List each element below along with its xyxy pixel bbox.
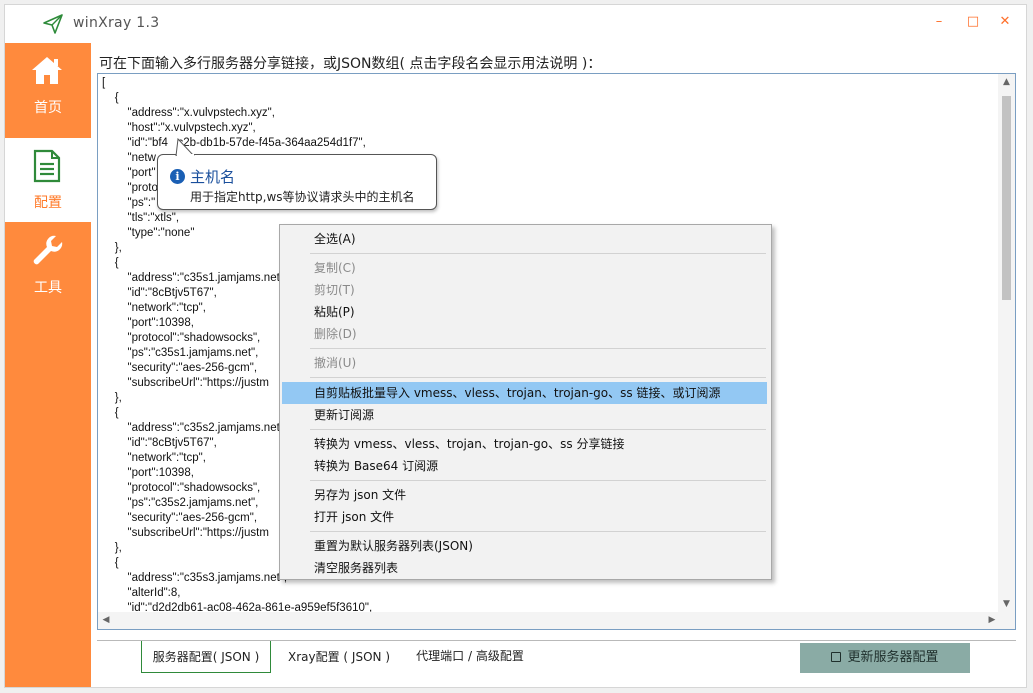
tab-server-config[interactable]: 服务器配置( JSON ): [141, 641, 271, 673]
tooltip-description: 用于指定http,ws等协议请求头中的主机名: [190, 190, 415, 204]
save-icon: [831, 652, 842, 662]
home-icon: [32, 57, 62, 84]
sidebar-item-tools[interactable]: 工具: [5, 223, 91, 307]
minimize-button[interactable]: –: [929, 13, 949, 31]
field-tooltip: i 主机名 用于指定http,ws等协议请求头中的主机名: [157, 138, 437, 210]
editor-line[interactable]: "host":"x.vulvpstech.xyz",: [102, 121, 708, 136]
menu-separator: [310, 531, 766, 532]
info-icon: i: [170, 169, 185, 184]
instruction-text: 可在下面输入多行服务器分享链接，或JSON数组( 点击字段名会显示用法说明 )：: [99, 56, 602, 72]
sidebar-item-config[interactable]: 配置: [5, 138, 91, 222]
tab-proxy-advanced[interactable]: 代理端口 / 高级配置: [405, 641, 535, 673]
update-server-config-button[interactable]: 更新服务器配置: [800, 643, 970, 673]
title-bar: winXray 1.3 – □ ✕: [5, 5, 1026, 43]
sidebar-item-home[interactable]: 首页: [5, 43, 91, 127]
tooltip-title: 主机名: [190, 168, 236, 186]
update-button-label: 更新服务器配置: [847, 650, 939, 665]
menu-separator: [310, 377, 766, 378]
scroll-down-icon[interactable]: ▼: [998, 596, 1015, 612]
wrench-icon: [33, 235, 63, 265]
menu-item-copy[interactable]: 复制(C): [282, 257, 767, 279]
sidebar-item-label: 配置: [34, 195, 62, 211]
app-window: winXray 1.3 – □ ✕ 首页 配置 工具 可在下面输入多行服务器分享…: [4, 4, 1027, 688]
vertical-scrollbar[interactable]: ▲ ▼: [998, 74, 1015, 614]
scroll-right-icon[interactable]: ▶: [984, 612, 1000, 629]
menu-item-import-clipboard[interactable]: 自剪贴板批量导入 vmess、vless、trojan、trojan-go、ss…: [282, 382, 767, 404]
menu-item-delete[interactable]: 删除(D): [282, 323, 767, 345]
sidebar-item-label: 首页: [34, 100, 62, 116]
menu-separator: [310, 429, 766, 430]
menu-item-convert-share-links[interactable]: 转换为 vmess、vless、trojan、trojan-go、ss 分享链接: [282, 433, 767, 455]
menu-separator: [310, 480, 766, 481]
menu-item-save-json[interactable]: 另存为 json 文件: [282, 484, 767, 506]
context-menu: 全选(A) 复制(C) 剪切(T) 粘贴(P) 删除(D) 撤消(U) 自剪贴板…: [279, 224, 772, 580]
maximize-button[interactable]: □: [963, 13, 983, 31]
scroll-thumb[interactable]: [1002, 96, 1011, 300]
editor-line[interactable]: "alterId":8,: [102, 586, 708, 601]
window-title: winXray 1.3: [73, 15, 160, 31]
editor-line[interactable]: "address":"x.vulvpstech.xyz",: [102, 106, 708, 121]
menu-item-open-json[interactable]: 打开 json 文件: [282, 506, 767, 528]
menu-separator: [310, 253, 766, 254]
sidebar: 首页 配置 工具: [5, 43, 91, 687]
scroll-up-icon[interactable]: ▲: [998, 74, 1015, 90]
menu-item-select-all[interactable]: 全选(A): [282, 228, 767, 250]
menu-item-update-subscription[interactable]: 更新订阅源: [282, 404, 767, 426]
document-icon: [33, 149, 61, 183]
menu-separator: [310, 348, 766, 349]
paper-plane-icon: [43, 14, 63, 34]
tab-xray-config[interactable]: Xray配置 ( JSON ): [279, 641, 399, 673]
menu-item-undo[interactable]: 撤消(U): [282, 352, 767, 374]
menu-item-reset-default[interactable]: 重置为默认服务器列表(JSON): [282, 535, 767, 557]
menu-item-clear-list[interactable]: 清空服务器列表: [282, 557, 767, 579]
editor-line[interactable]: {: [102, 91, 708, 106]
menu-item-paste[interactable]: 粘贴(P): [282, 301, 767, 323]
horizontal-scrollbar[interactable]: ◀ ▶: [98, 612, 1015, 629]
menu-item-cut[interactable]: 剪切(T): [282, 279, 767, 301]
scroll-left-icon[interactable]: ◀: [98, 612, 114, 629]
editor-line[interactable]: [: [102, 76, 708, 91]
close-button[interactable]: ✕: [995, 13, 1015, 31]
sidebar-item-label: 工具: [34, 280, 62, 296]
tooltip-pointer: [175, 138, 195, 156]
menu-item-convert-base64[interactable]: 转换为 Base64 订阅源: [282, 455, 767, 477]
